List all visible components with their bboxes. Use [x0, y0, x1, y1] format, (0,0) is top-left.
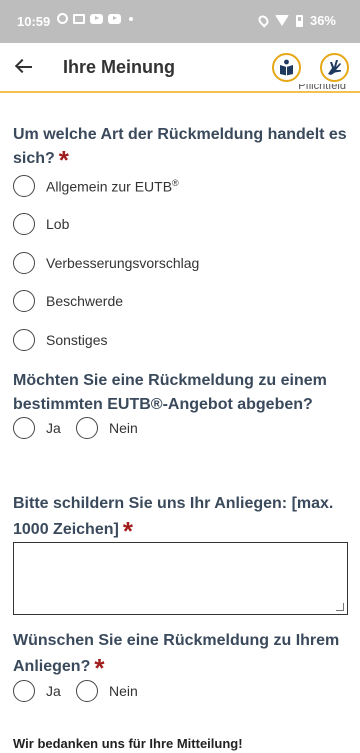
easy-language-button[interactable] — [272, 53, 301, 82]
option-label: Ja — [46, 683, 61, 699]
radio-button[interactable] — [13, 417, 35, 439]
question-feedback-type: Um welche Art der Rückmeldung handelt es… — [13, 123, 348, 175]
radio-button[interactable] — [13, 290, 35, 312]
resize-grip-icon[interactable] — [336, 603, 344, 611]
radio-option-praise[interactable]: Lob — [13, 212, 69, 236]
radio-button[interactable] — [13, 329, 35, 351]
required-field-note: Pflichtfeld — [298, 84, 346, 92]
battery-percent: 36% — [309, 13, 336, 28]
circle-app-icon — [57, 13, 68, 24]
radio-button[interactable] — [13, 175, 35, 197]
option-label: Sonstiges — [46, 332, 108, 348]
question-label: Bitte schildern Sie uns Ihr Anliegen: [m… — [13, 495, 334, 538]
question-specific-offer: Möchten Sie eine Rückmeldung zu einem be… — [13, 369, 348, 417]
youtube-icon — [108, 13, 121, 24]
option-label: Verbesserungsvorschlag — [46, 255, 200, 271]
required-star: * — [58, 145, 69, 175]
option-label: Allgemein zur EUTB — [46, 178, 173, 195]
status-right-icons: 36% — [256, 13, 336, 28]
radio-option-no[interactable]: Nein — [76, 416, 138, 440]
concern-textarea[interactable] — [13, 542, 348, 615]
radio-button[interactable] — [13, 680, 35, 702]
radio-option-suggestion[interactable]: Verbesserungsvorschlag — [13, 251, 199, 275]
page-title: Ihre Meinung — [63, 57, 175, 77]
status-left-icons — [57, 13, 133, 24]
option-label: Nein — [109, 420, 138, 436]
arrow-back-icon[interactable] — [14, 56, 36, 78]
radio-option-other[interactable]: Sonstiges — [13, 328, 107, 352]
youtube-icon — [90, 13, 103, 24]
registered-mark: ® — [172, 177, 179, 188]
location-icon — [256, 13, 271, 28]
question-reply-wanted: Wünschen Sie eine Rückmeldung zu Ihrem A… — [13, 628, 348, 681]
sign-language-button[interactable] — [320, 53, 349, 82]
notification-dot-icon — [129, 16, 133, 21]
radio-button[interactable] — [76, 417, 98, 439]
easy-language-icon — [280, 59, 293, 76]
sign-language-icon — [328, 60, 341, 75]
status-time: 10:59 — [17, 14, 51, 29]
question-label: Wünschen Sie eine Rückmeldung zu Ihrem A… — [13, 632, 340, 675]
radio-option-yes[interactable]: Ja — [13, 679, 61, 703]
option-label: Nein — [109, 683, 138, 699]
radio-button[interactable] — [13, 213, 35, 235]
radio-option-general[interactable]: Allgemein zur EUTB® — [13, 174, 179, 198]
thank-you-note: Wir bedanken uns für Ihre Mitteilung! — [13, 736, 243, 751]
wifi-icon — [274, 15, 289, 26]
radio-button[interactable] — [13, 252, 35, 274]
option-label: Lob — [46, 216, 70, 232]
radio-button[interactable] — [76, 680, 98, 702]
status-bar: 10:59 36% — [0, 0, 360, 43]
battery-icon — [295, 14, 303, 27]
option-label: Ja — [46, 420, 61, 436]
question-label: Möchten Sie eine Rückmeldung zu einem be… — [13, 372, 327, 413]
radio-option-complaint[interactable]: Beschwerde — [13, 289, 123, 313]
radio-option-no[interactable]: Nein — [76, 679, 138, 703]
radio-option-yes[interactable]: Ja — [13, 416, 61, 440]
question-concern: Bitte schildern Sie uns Ihr Anliegen: [m… — [13, 491, 348, 544]
gmail-icon — [73, 13, 85, 24]
option-label: Beschwerde — [46, 293, 124, 309]
